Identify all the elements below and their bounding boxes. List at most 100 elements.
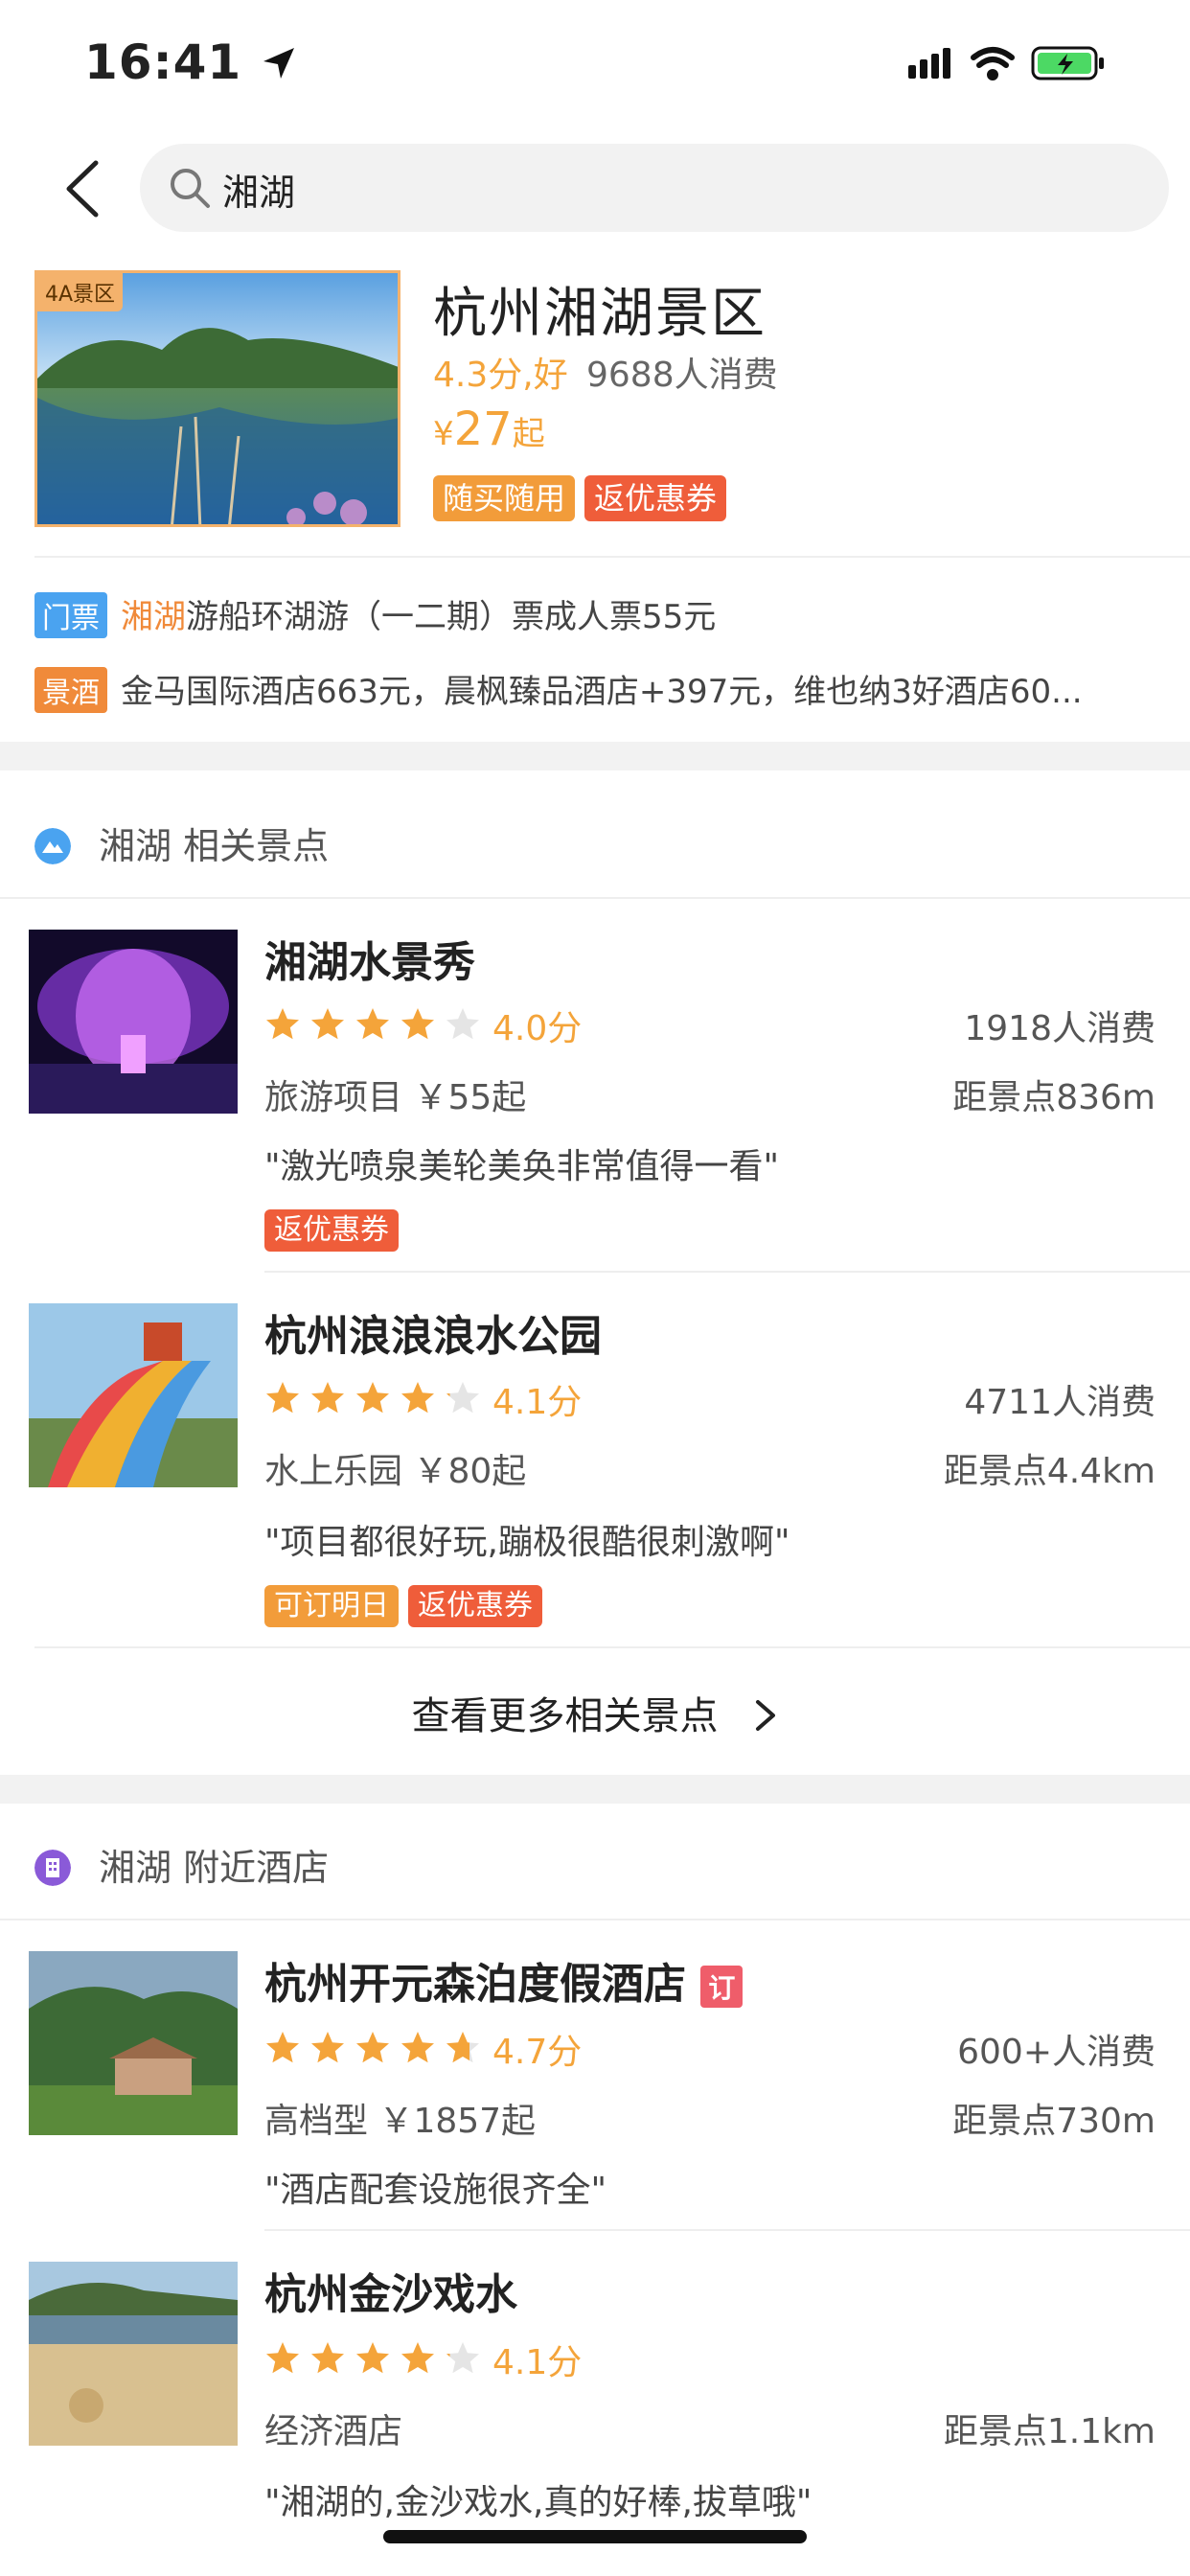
star-filled-icon: [356, 1008, 389, 1040]
spot-meta: 旅游项目 ￥55起: [264, 1078, 527, 1117]
spot-meta: 水上乐园 ￥80起: [264, 1452, 527, 1491]
hero-score: 4.3分,好: [433, 356, 568, 395]
spots-section-header: 湘湖 相关景点: [34, 816, 329, 869]
divider: [264, 2229, 1190, 2231]
spot-tags: 可订明日 返优惠券: [264, 1585, 552, 1627]
wifi-icon: [971, 47, 1015, 80]
hotel-sales: 600+人消费: [957, 2033, 1156, 2072]
ticket-label: 门票: [34, 592, 107, 638]
spot-tags: 返优惠券: [264, 1209, 408, 1252]
hotels-section-header: 湘湖 附近酒店: [34, 1838, 329, 1891]
package-text: 金马国际酒店663元，晨枫臻品酒店+397元，维也纳3好酒店60...: [121, 673, 1083, 711]
hotel-title[interactable]: 杭州开元森泊度假酒店 订: [264, 1949, 744, 2011]
hero-level-badge: 4A景区: [37, 273, 124, 311]
list-item[interactable]: [29, 2262, 238, 2446]
star-filled-icon: [401, 2032, 434, 2063]
star-filled-icon: [311, 1008, 344, 1040]
package-label: 景酒: [34, 667, 107, 713]
spot-distance: 距景点4.4km: [943, 1452, 1156, 1491]
more-spots-button[interactable]: 查看更多相关景点: [0, 1685, 1190, 1740]
star-filled-icon: [266, 2342, 299, 2374]
hotel-score: 4.7分: [492, 2033, 583, 2072]
search-icon: [171, 169, 210, 208]
tag-book-tomorrow: 可订明日: [264, 1585, 399, 1627]
status-icons: [903, 42, 1190, 84]
spots-section-title: 湘湖 相关景点: [99, 825, 330, 867]
back-button[interactable]: [59, 157, 107, 220]
more-spots-label: 查看更多相关景点: [411, 1694, 719, 1738]
tag-coupon: 返优惠券: [584, 475, 727, 521]
status-time: 16:41: [84, 34, 298, 90]
star-half-icon: [446, 2032, 479, 2063]
star-filled-icon: [266, 1008, 299, 1040]
status-time-text: 16:41: [84, 34, 242, 90]
star-filled-icon: [401, 2342, 434, 2374]
spot-score: 4.1分: [492, 1383, 583, 1422]
divider: [34, 1646, 1190, 1648]
star-empty-icon: [446, 1008, 479, 1040]
hero-sales: 9688人消费: [586, 356, 778, 395]
star-half-icon: [446, 2342, 479, 2374]
star-filled-icon: [401, 1008, 434, 1040]
hero-title[interactable]: 杭州湘湖景区: [433, 270, 767, 348]
star-filled-icon: [311, 2032, 344, 2063]
star-filled-icon: [311, 2342, 344, 2374]
divider: [0, 897, 1190, 899]
spot-thumbnail: [29, 930, 238, 1114]
ticket-highlight: 湘湖: [121, 598, 186, 636]
hotel-name: 杭州开元森泊度假酒店: [264, 1960, 686, 2009]
hotel-quote: "酒店配套设施很齐全": [264, 2171, 607, 2210]
ticket-row[interactable]: 门票 湘湖游船环湖游（一二期）票成人票55元: [34, 590, 716, 638]
tag-coupon: 返优惠券: [264, 1209, 399, 1252]
ticket-text: 游船环湖游（一二期）票成人票55元: [186, 598, 717, 636]
spot-distance: 距景点836m: [952, 1078, 1156, 1117]
section-separator: [0, 1775, 1190, 1804]
hotel-distance: 距景点730m: [952, 2102, 1156, 2141]
spot-quote: "激光喷泉美轮美奂非常值得一看": [264, 1147, 780, 1186]
bookable-badge: 订: [700, 1966, 744, 2008]
tag-coupon: 返优惠券: [408, 1585, 542, 1627]
divider: [0, 1919, 1190, 1920]
hotel-quote: "湘湖的,金沙戏水,真的好棒,拔草哦": [264, 2483, 812, 2522]
hotel-thumbnail: [29, 2262, 238, 2446]
list-item[interactable]: [29, 930, 238, 1114]
hotel-title[interactable]: 杭州金沙戏水: [264, 2260, 517, 2321]
price-suffix: 起: [512, 415, 545, 453]
package-row[interactable]: 景酒 金马国际酒店663元，晨枫臻品酒店+397元，维也纳3好酒店60...: [34, 665, 1083, 713]
star-filled-icon: [311, 1382, 344, 1414]
search-bar[interactable]: 湘湖: [140, 144, 1169, 232]
hotel-distance: 距景点1.1km: [943, 2412, 1156, 2451]
rating-stars: [264, 1380, 490, 1416]
spot-title[interactable]: 湘湖水景秀: [264, 928, 475, 989]
spot-score: 4.0分: [492, 1009, 583, 1048]
list-item[interactable]: [29, 1303, 238, 1487]
divider: [264, 1271, 1190, 1273]
hotel-icon: [34, 1850, 71, 1886]
rating-stars: [264, 2030, 490, 2066]
tag-instant-use: 随买随用: [433, 475, 576, 521]
star-filled-icon: [401, 1382, 434, 1414]
chevron-left-icon: [66, 160, 99, 218]
star-filled-icon: [356, 1382, 389, 1414]
home-indicator[interactable]: [383, 2530, 807, 2543]
spot-thumbnail: [29, 1303, 238, 1487]
search-query: 湘湖: [222, 172, 296, 214]
spot-title[interactable]: 杭州浪浪浪水公园: [264, 1301, 602, 1363]
signal-icon: [908, 48, 950, 79]
spot-quote: "项目都很好玩,蹦极很酷很刺激啊": [264, 1523, 790, 1562]
chevron-right-icon: [755, 1700, 775, 1731]
hotel-meta: 高档型 ￥1857起: [264, 2102, 537, 2141]
rating-stars: [264, 2340, 490, 2377]
hotels-section-title: 湘湖 附近酒店: [99, 1847, 330, 1889]
spot-sales: 4711人消费: [964, 1383, 1156, 1422]
star-half-icon: [446, 1382, 479, 1414]
mountain-icon: [34, 828, 71, 864]
list-item[interactable]: [29, 1951, 238, 2135]
rating-stars: [264, 1006, 490, 1043]
star-filled-icon: [266, 1382, 299, 1414]
hero-price: ¥27起: [433, 402, 545, 456]
spot-sales: 1918人消费: [964, 1009, 1156, 1048]
hotel-score: 4.1分: [492, 2343, 583, 2382]
star-filled-icon: [356, 2032, 389, 2063]
star-filled-icon: [266, 2032, 299, 2063]
